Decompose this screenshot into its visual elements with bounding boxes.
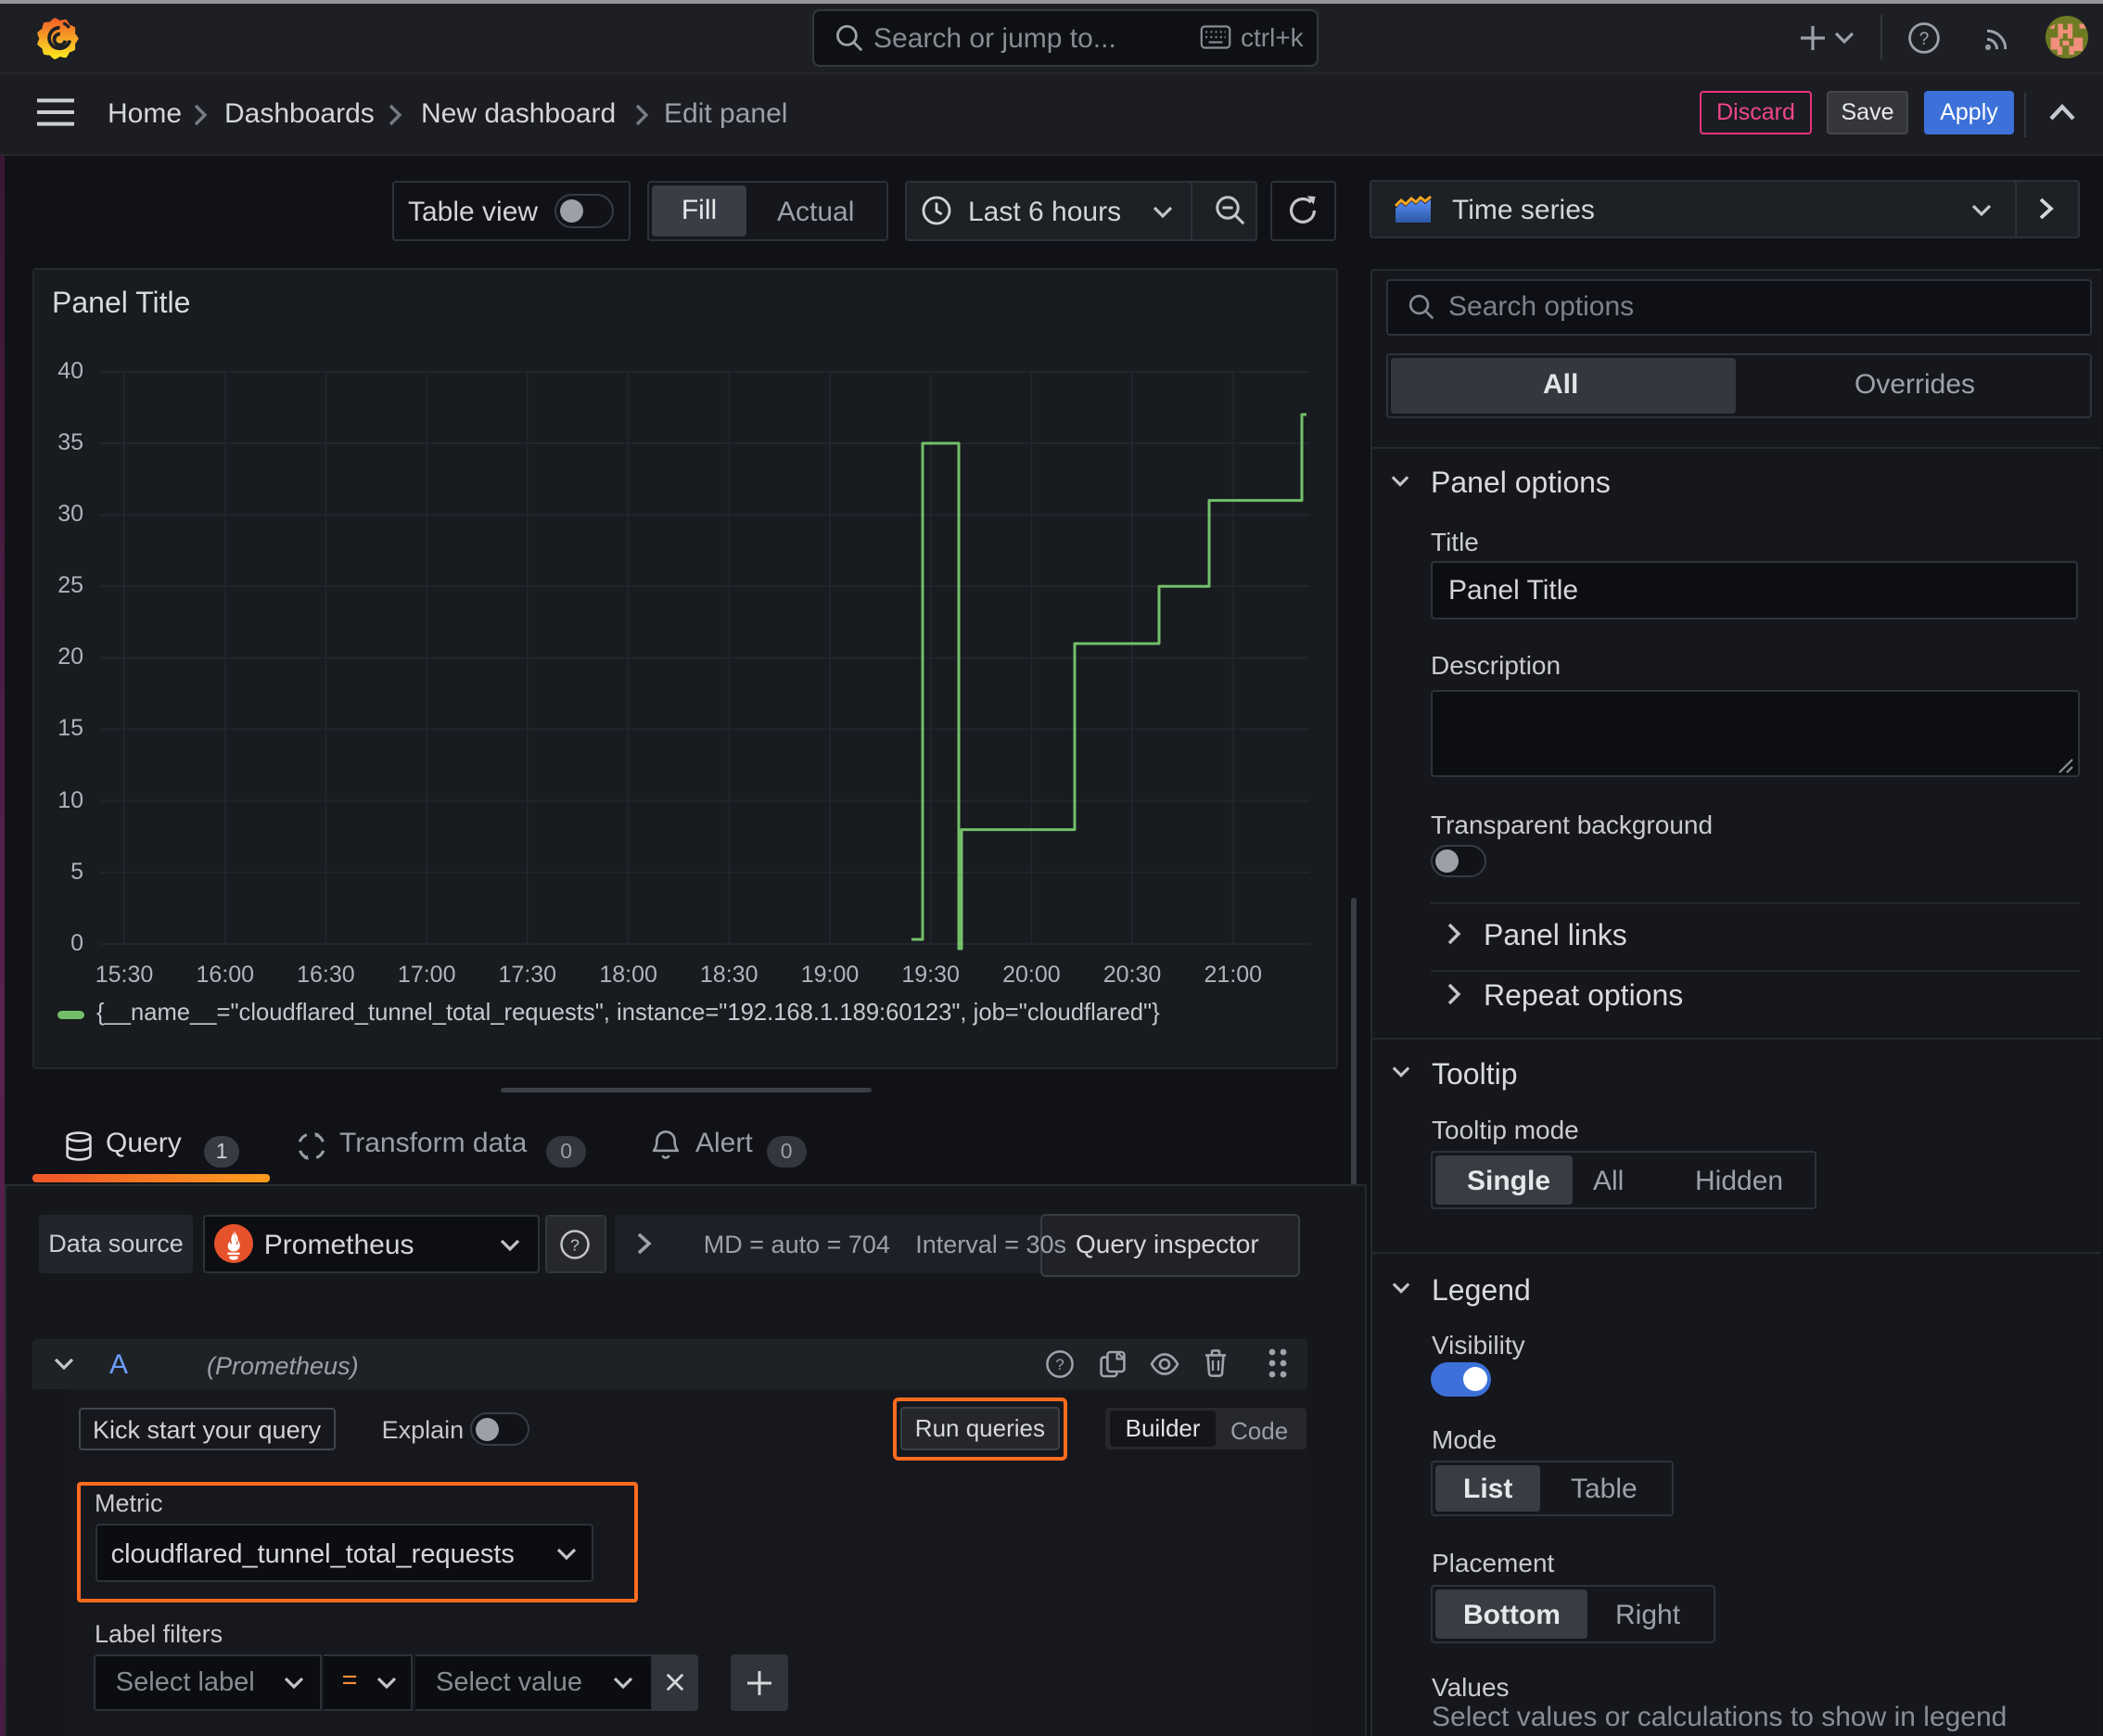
svg-text:?: ? <box>1919 30 1930 49</box>
svg-text:?: ? <box>1055 1356 1064 1373</box>
svg-text:?: ? <box>570 1236 580 1255</box>
